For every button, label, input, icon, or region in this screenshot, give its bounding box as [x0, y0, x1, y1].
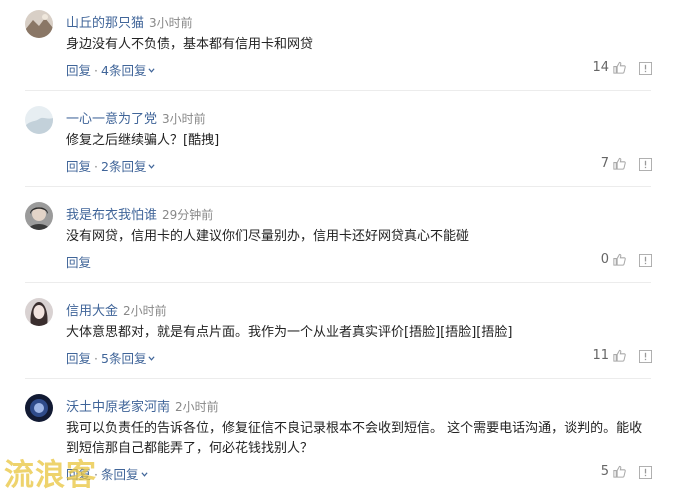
comment-text: 没有网贷，信用卡的人建议你们尽量别办，信用卡还好网贷真心不能碰 — [66, 229, 470, 244]
reply-button[interactable]: 回复 — [66, 351, 91, 366]
divider — [25, 282, 651, 283]
report-icon[interactable] — [639, 158, 652, 171]
comment-item: 我是布衣我怕谁 29分钟前 没有网贷，信用卡的人建议你们尽量别办，信用卡还好网贷真… — [0, 202, 679, 282]
username[interactable]: 沃土中原老家河南 — [66, 400, 170, 415]
timestamp: 2小时前 — [123, 304, 167, 318]
watermark: 流浪客 — [4, 458, 97, 493]
divider — [25, 90, 651, 91]
divider — [25, 378, 651, 379]
timestamp: 2小时前 — [175, 400, 219, 414]
thumbs-up-icon[interactable] — [612, 60, 627, 75]
report-icon[interactable] — [639, 466, 652, 479]
thumbs-up-icon[interactable] — [612, 464, 627, 479]
replies-count-label: 2条回复 — [101, 159, 147, 174]
avatar[interactable] — [25, 106, 53, 134]
replies-count-label: 4条回复 — [101, 63, 147, 78]
dot-separator: · — [94, 159, 98, 174]
comment-item: 信用大金 2小时前 大体意思都对，就是有点片面。我作为一个从业者真实评价[捂脸][… — [0, 298, 679, 378]
comment-text: 大体意思都对，就是有点片面。我作为一个从业者真实评价[捂脸][捂脸][捂脸] — [66, 325, 513, 340]
like-count: 0 — [600, 252, 609, 267]
like-count: 11 — [592, 348, 609, 363]
replies-count-label: 条回复 — [101, 467, 139, 482]
divider — [25, 186, 651, 187]
username[interactable]: 信用大金 — [66, 304, 118, 319]
timestamp: 3小时前 — [162, 112, 206, 126]
comment-text: 修复之后继续骗人？[酷拽] — [66, 133, 220, 148]
username[interactable]: 一心一意为了党 — [66, 112, 157, 127]
view-replies-button[interactable]: 条回复 — [101, 467, 148, 482]
thumbs-up-icon[interactable] — [612, 156, 627, 171]
comment-item: 一心一意为了党 3小时前 修复之后继续骗人？[酷拽] 回复 · 2条回复 7 — [0, 106, 679, 186]
replies-count-label: 5条回复 — [101, 351, 147, 366]
like-count: 7 — [600, 156, 609, 171]
comment-text: 我可以负责任的告诉各位，修复征信不良记录根本不会收到短信。 这个需要电话沟通，谈… — [66, 421, 643, 456]
report-icon[interactable] — [639, 254, 652, 267]
view-replies-button[interactable]: 2条回复 — [101, 159, 156, 174]
timestamp: 3小时前 — [149, 16, 193, 30]
thumbs-up-icon[interactable] — [612, 252, 627, 267]
report-icon[interactable] — [639, 62, 652, 75]
timestamp: 29分钟前 — [162, 208, 214, 222]
avatar[interactable] — [25, 394, 53, 422]
chevron-down-icon — [140, 472, 148, 477]
comment-item: 沃土中原老家河南 2小时前 我可以负责任的告诉各位，修复征信不良记录根本不会收到短… — [0, 394, 679, 494]
like-count: 5 — [600, 464, 609, 479]
username[interactable]: 我是布衣我怕谁 — [66, 208, 157, 223]
reply-button[interactable]: 回复 — [66, 159, 91, 174]
username[interactable]: 山丘的那只猫 — [66, 16, 144, 31]
dot-separator: · — [94, 63, 98, 78]
chevron-down-icon — [148, 356, 156, 361]
view-replies-button[interactable]: 5条回复 — [101, 351, 156, 366]
chevron-down-icon — [148, 68, 156, 73]
dot-separator: · — [94, 351, 98, 366]
avatar[interactable] — [25, 10, 53, 38]
like-count: 14 — [592, 60, 609, 75]
reply-button[interactable]: 回复 — [66, 255, 91, 270]
view-replies-button[interactable]: 4条回复 — [101, 63, 156, 78]
comment-item: 山丘的那只猫 3小时前 身边没有人不负债，基本都有信用卡和网贷 回复 · 4条回复 1… — [0, 10, 679, 90]
comment-text: 身边没有人不负债，基本都有信用卡和网贷 — [66, 37, 314, 52]
avatar[interactable] — [25, 202, 53, 230]
chevron-down-icon — [148, 164, 156, 169]
thumbs-up-icon[interactable] — [612, 348, 627, 363]
report-icon[interactable] — [639, 350, 652, 363]
avatar[interactable] — [25, 298, 53, 326]
reply-button[interactable]: 回复 — [66, 63, 91, 78]
